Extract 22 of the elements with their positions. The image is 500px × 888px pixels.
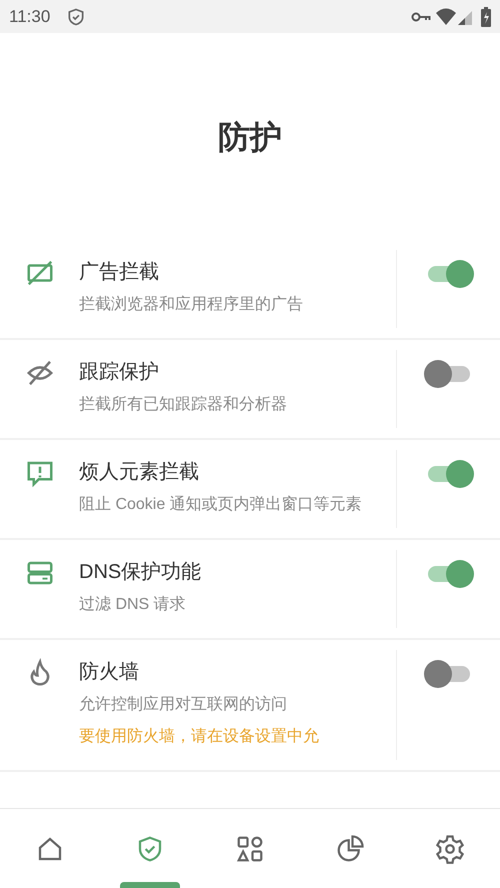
shield-icon (66, 6, 86, 26)
crossed-eye-icon (24, 358, 54, 388)
shapes-icon (235, 834, 265, 864)
feature-description: 拦截所有已知跟踪器和分析器 (79, 394, 288, 415)
crossed-rectangle-icon (24, 258, 54, 288)
key-icon (411, 10, 431, 24)
feature-description: 过滤 DNS 请求 (79, 594, 187, 615)
feature-description: 允许控制应用对互联网的访问 (79, 694, 288, 715)
feature-description: 拦截浏览器和应用程序里的广告 (79, 294, 304, 315)
wifi-icon (435, 8, 457, 26)
feature-title: DNS保护功能 (79, 560, 202, 585)
feature-description: 阻止 Cookie 通知或页内弹出窗口等元素 (79, 494, 363, 515)
settings-icon (435, 834, 465, 864)
feature-title: 防火墙 (79, 660, 140, 685)
clock: 11:30 (9, 6, 50, 28)
feature-title: 跟踪保护 (79, 360, 160, 385)
feature-title: 烦人元素拦截 (79, 460, 200, 485)
warning-text: 要使用防火墙，请在设备设置中允 (79, 726, 320, 747)
page-title: 防护 (218, 118, 282, 156)
feature-title: 广告拦截 (79, 260, 160, 285)
battery-icon (481, 6, 491, 26)
pie-chart-icon (335, 834, 365, 864)
